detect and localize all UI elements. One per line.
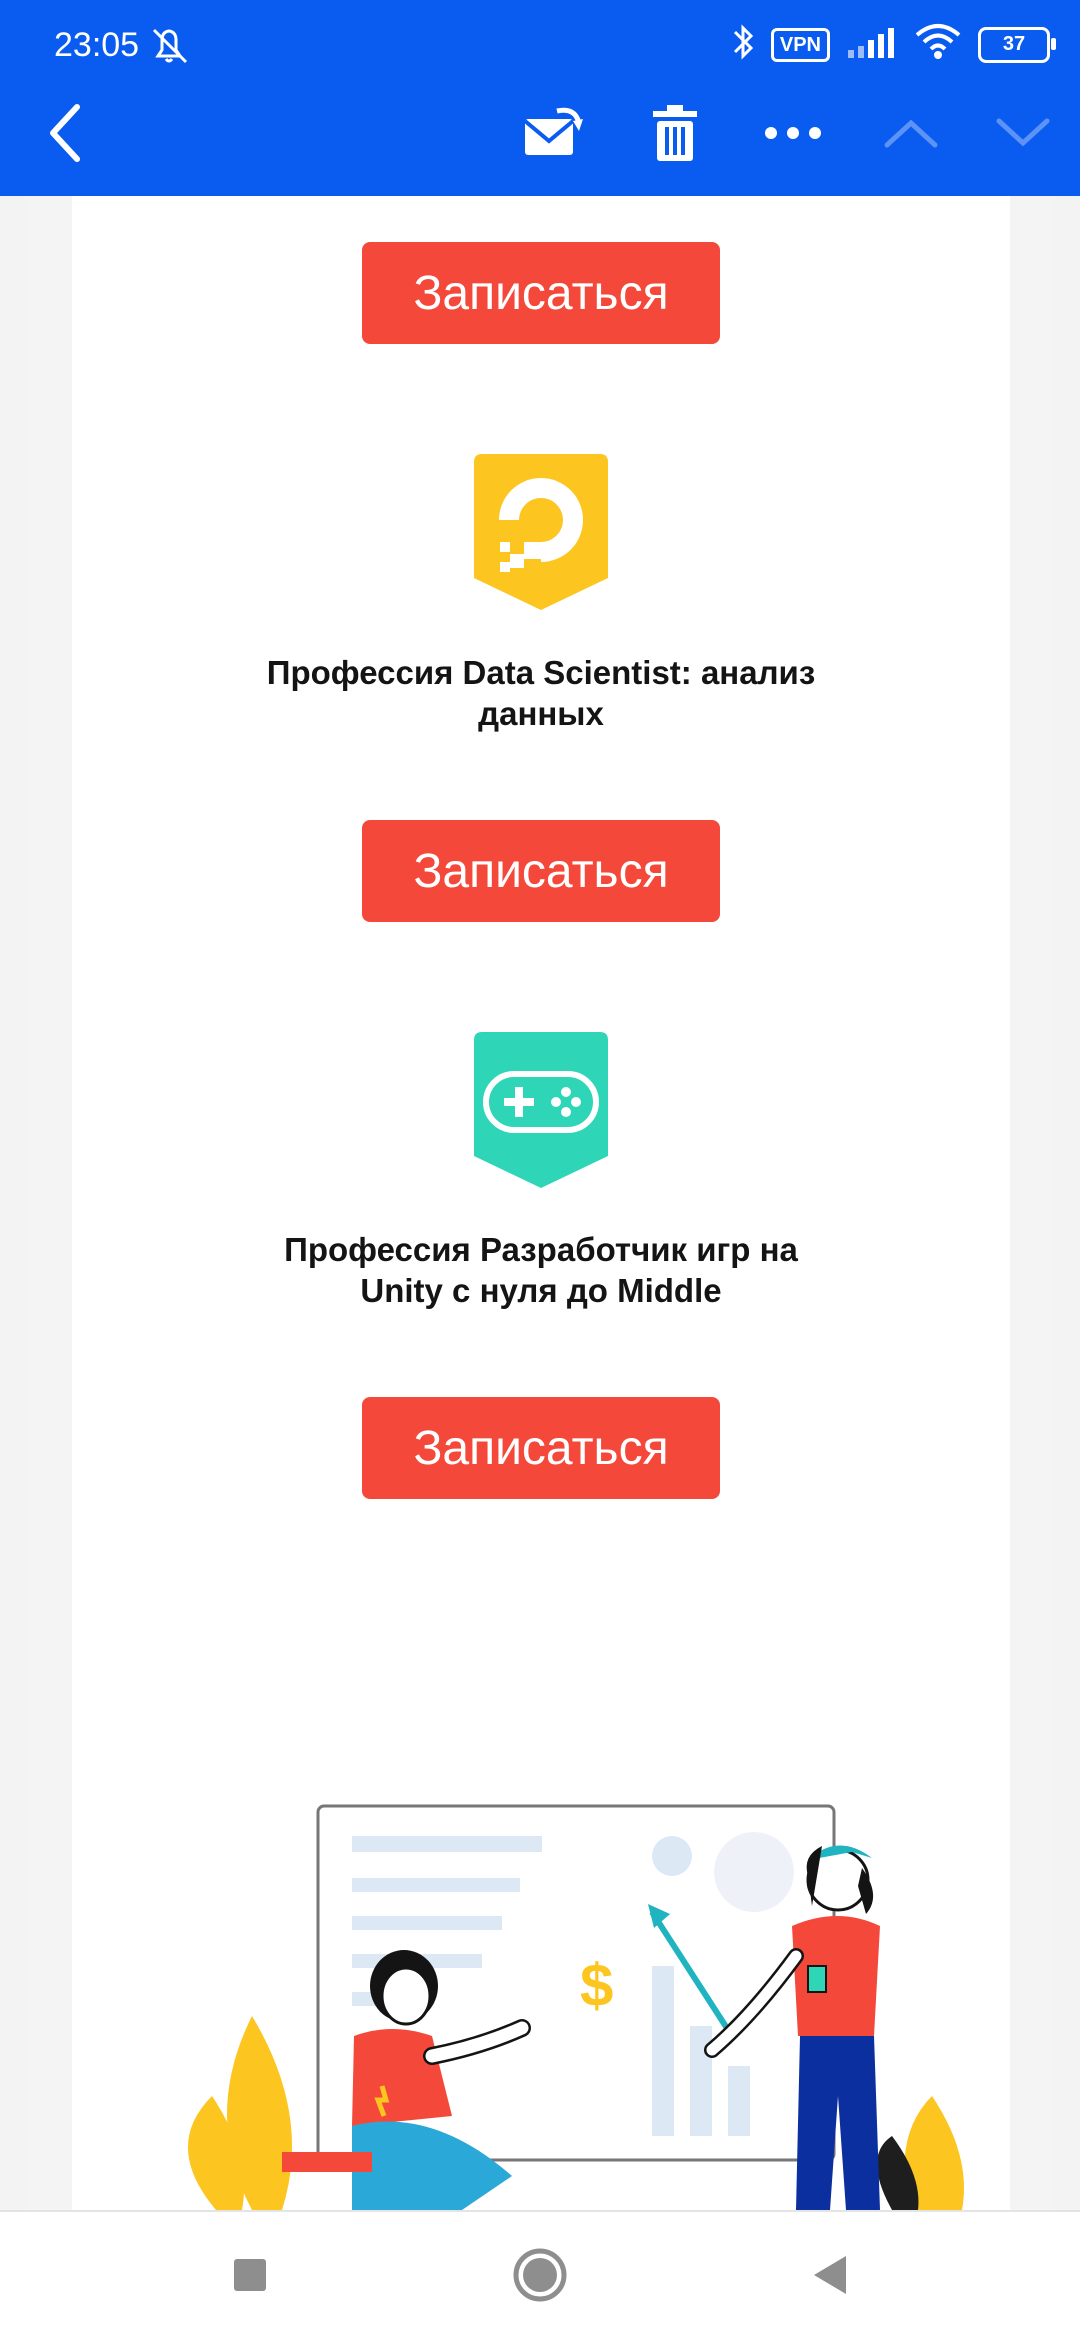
home-icon: [512, 2247, 568, 2308]
vpn-badge: VPN: [770, 27, 830, 62]
course-title: Профессия Разработчик игр на Unity с нул…: [284, 1231, 798, 1309]
enroll-button[interactable]: Записаться: [362, 1397, 720, 1499]
system-navigation-bar: [0, 2210, 1080, 2342]
content-margin-right: [1008, 196, 1052, 2210]
chevron-left-icon: [45, 101, 85, 170]
enroll-button[interactable]: Записаться: [362, 242, 720, 344]
dollar-sign: $: [580, 1952, 613, 2019]
previous-message-button[interactable]: [876, 100, 946, 170]
content-margin-left: [28, 196, 72, 2210]
mark-unread-button[interactable]: [518, 100, 588, 170]
wifi-icon: [914, 23, 962, 66]
back-nav-button[interactable]: [795, 2242, 865, 2312]
chevron-down-icon: [995, 117, 1051, 154]
back-triangle-icon: [810, 2254, 850, 2301]
bluetooth-icon: [731, 22, 755, 67]
app-bar: 23:05 VPN 37: [0, 0, 1080, 196]
digitalocean-logo-icon: [474, 454, 608, 610]
recent-apps-button[interactable]: [215, 2242, 285, 2312]
presentation-illustration: $: [132, 1796, 992, 2210]
more-icon: [763, 125, 823, 146]
back-button[interactable]: [30, 100, 100, 170]
course-title: Профессия Data Scientist: анализ данных: [266, 654, 816, 732]
more-button[interactable]: [758, 100, 828, 170]
delete-button[interactable]: [640, 100, 710, 170]
status-icons: VPN 37: [731, 22, 1056, 67]
chevron-up-icon: [883, 117, 939, 154]
trash-icon: [649, 103, 701, 168]
recent-apps-icon: [232, 2257, 268, 2298]
enroll-button[interactable]: Записаться: [362, 820, 720, 922]
gamepad-icon: [474, 1032, 608, 1188]
email-body: Записаться Профессия Data Scientist: ана…: [72, 196, 1010, 2210]
battery-indicator: 37: [978, 26, 1056, 63]
home-button[interactable]: [505, 2242, 575, 2312]
mark-unread-icon: [521, 105, 585, 166]
next-message-button[interactable]: [988, 100, 1058, 170]
status-time: 23:05: [54, 26, 140, 64]
bell-muted-icon: [146, 24, 192, 73]
signal-icon: [846, 24, 898, 65]
